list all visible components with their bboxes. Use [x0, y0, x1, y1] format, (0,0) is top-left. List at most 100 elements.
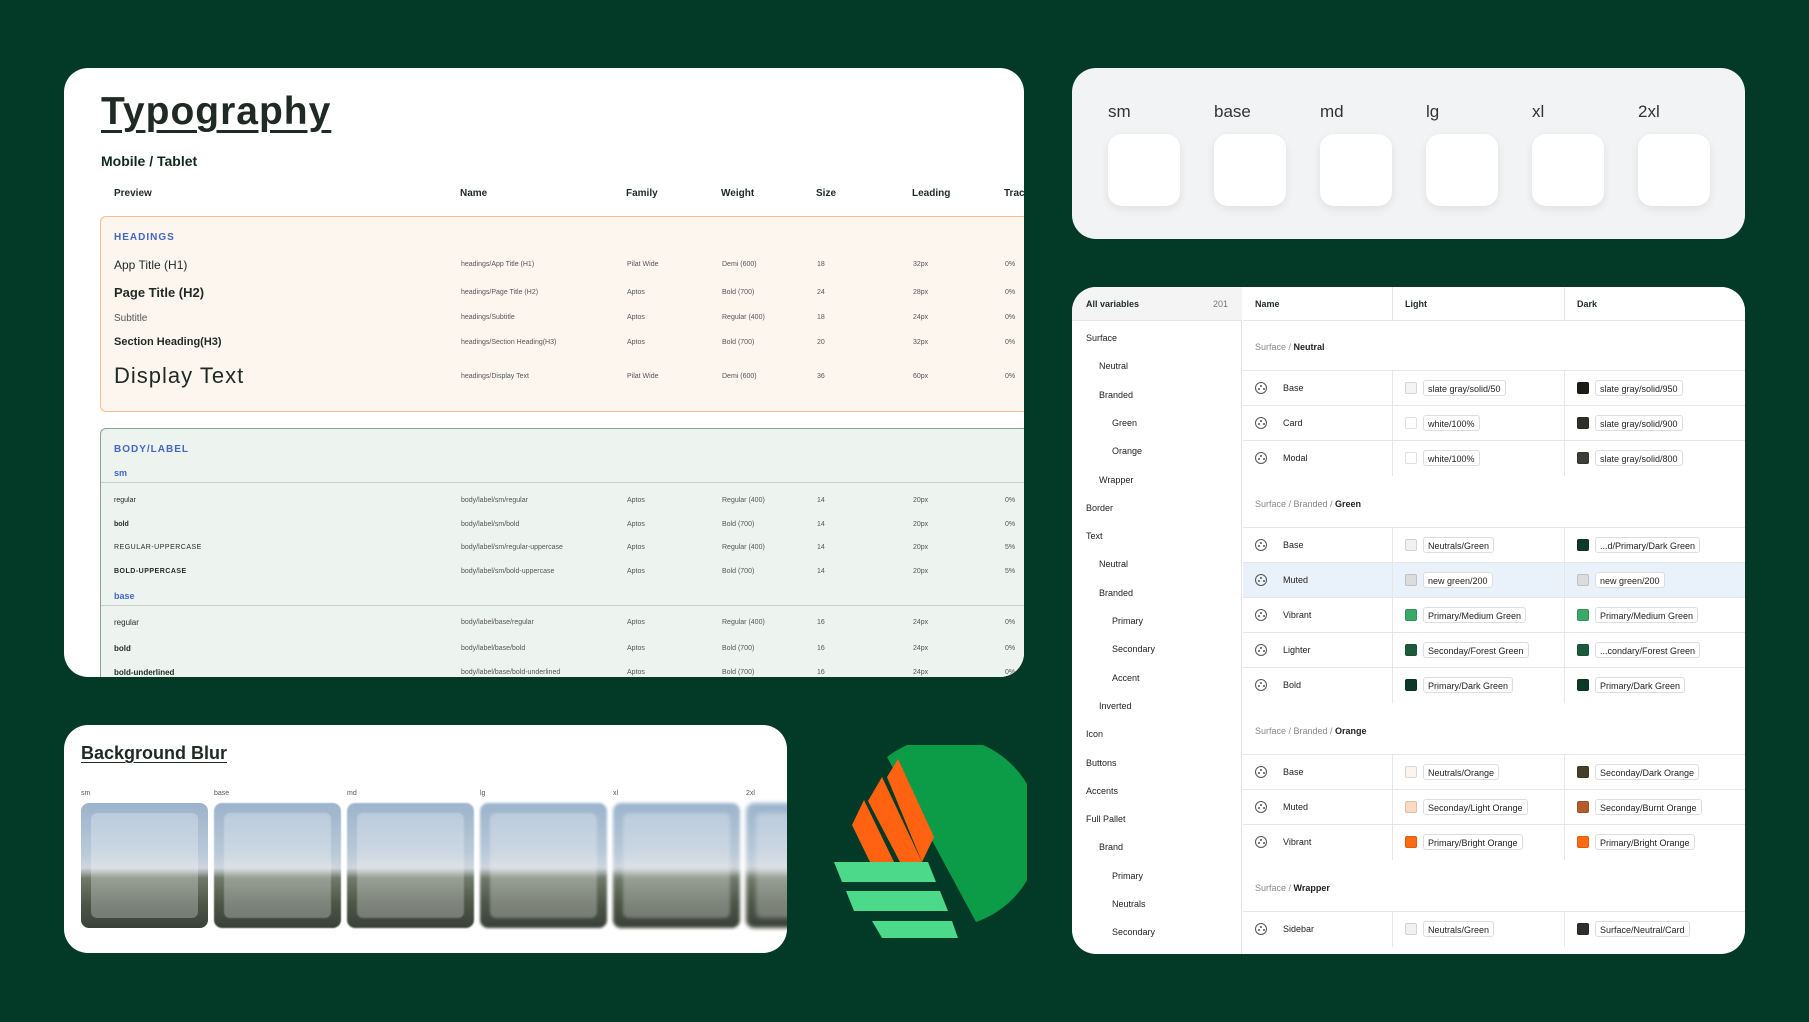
cell-size: 16 — [817, 669, 825, 676]
variable-row[interactable]: Lighter Seconday/Forest Green ...condary/F… — [1243, 632, 1745, 668]
palette-icon — [1255, 417, 1267, 429]
variable-row[interactable]: Bold Primary/Dark Green Primary/Dark Green — [1243, 667, 1745, 703]
cell-tracking: 0% — [1005, 669, 1016, 676]
dark-value-cell[interactable]: Primary/Dark Green — [1564, 668, 1745, 703]
typography-subtitle: Mobile / Tablet — [101, 153, 198, 169]
dark-value-cell[interactable]: Surface/Neutral/Card — [1564, 912, 1745, 947]
sidebar-item-green[interactable]: Green — [1112, 418, 1137, 428]
size-preview-lg — [1426, 134, 1498, 206]
dark-value-cell[interactable]: Seconday/Burnt Orange — [1564, 790, 1745, 825]
sidebar-item-accent[interactable]: Accent — [1112, 673, 1140, 683]
light-value-cell[interactable]: Seconday/Forest Green — [1392, 633, 1564, 668]
dark-value-cell[interactable]: Seconday/Dark Orange — [1564, 755, 1745, 790]
cell-name: headings/Display Text — [461, 373, 529, 380]
sidebar-item-border[interactable]: Border — [1086, 503, 1113, 513]
light-value-cell[interactable]: Seconday/Light Orange — [1392, 790, 1564, 825]
divider — [101, 605, 1024, 606]
cell-family: Pilat Wide — [627, 261, 659, 268]
sm-label: sm — [114, 468, 128, 478]
cell-weight: Regular (400) — [722, 619, 765, 626]
variable-row[interactable]: Muted new green/200 new green/200 — [1243, 562, 1745, 598]
sidebar-item-buttons[interactable]: Buttons — [1086, 758, 1117, 768]
cell-family: Aptos — [627, 289, 645, 296]
cell-name: headings/App Title (H1) — [461, 261, 535, 268]
light-value-tag: Primary/Medium Green — [1423, 607, 1527, 623]
variable-row[interactable]: Base slate gray/solid/50 slate gray/solid/… — [1243, 370, 1745, 406]
light-value-cell[interactable]: Primary/Dark Green — [1392, 668, 1564, 703]
sidebar-item-primary[interactable]: Primary — [1112, 616, 1143, 626]
dark-color-swatch — [1577, 417, 1589, 429]
light-value-cell[interactable]: new green/200 — [1392, 563, 1564, 598]
light-value-cell[interactable]: white/100% — [1392, 441, 1564, 476]
dark-value-cell[interactable]: ...condary/Forest Green — [1564, 633, 1745, 668]
variable-row[interactable]: Muted Seconday/Light Orange Seconday/Burnt… — [1243, 789, 1745, 825]
cell-leading: 20px — [913, 568, 929, 575]
cell-family: Aptos — [627, 521, 645, 528]
light-color-swatch — [1405, 574, 1417, 586]
light-value-cell[interactable]: Primary/Bright Orange — [1392, 825, 1564, 860]
body-label-label: BODY/LABEL — [114, 444, 189, 455]
cell-tracking: 0% — [1005, 373, 1016, 380]
sidebar-item-neutral[interactable]: Neutral — [1099, 361, 1128, 371]
group-path: Surface / Wrapper — [1255, 883, 1330, 893]
type-row: Display Text headings/Display Text Pilat W… — [101, 363, 1024, 388]
cell-size: 36 — [817, 373, 825, 380]
sidebar-item-orange[interactable]: Orange — [1112, 446, 1142, 456]
sidebar-item-secondary[interactable]: Secondary — [1112, 927, 1155, 937]
light-value-cell[interactable]: slate gray/solid/50 — [1392, 371, 1564, 406]
dark-value-cell[interactable]: slate gray/solid/950 — [1564, 371, 1745, 406]
blur-preview-md — [347, 803, 474, 928]
sidebar-item-icon[interactable]: Icon — [1086, 729, 1103, 739]
dark-value-cell[interactable]: Primary/Bright Orange — [1564, 825, 1745, 860]
dark-value-cell[interactable]: Primary/Medium Green — [1564, 598, 1745, 633]
sidebar-item-neutral[interactable]: Neutral — [1099, 559, 1128, 569]
light-value-cell[interactable]: Neutrals/Green — [1392, 912, 1564, 947]
sidebar-item-branded[interactable]: Branded — [1099, 588, 1133, 598]
light-value-cell[interactable]: Neutrals/Orange — [1392, 755, 1564, 790]
size-label-lg: lg — [1426, 102, 1440, 121]
light-value-tag: Neutrals/Green — [1423, 921, 1495, 937]
cell-name: headings/Subtitle — [461, 314, 515, 321]
sidebar-item-wrapper[interactable]: Wrapper — [1099, 475, 1133, 485]
group-path-prefix: Surface / Branded / — [1255, 726, 1336, 736]
table-header-0: Preview — [114, 188, 152, 199]
sidebar-item-accents[interactable]: Accents — [1086, 786, 1118, 796]
table-header-3: Weight — [721, 188, 755, 199]
all-variables-header[interactable]: All variables 201 — [1072, 287, 1242, 321]
sidebar-item-secondary[interactable]: Secondary — [1112, 644, 1155, 654]
sidebar-item-surface[interactable]: Surface — [1086, 333, 1117, 343]
preview-text: REGULAR-UPPERCASE — [114, 544, 202, 551]
dark-value-tag: Primary/Dark Green — [1595, 677, 1686, 693]
cell-tracking: 0% — [1005, 497, 1016, 504]
dark-value-cell[interactable]: ...d/Primary/Dark Green — [1564, 528, 1745, 563]
variable-row[interactable]: Card white/100% slate gray/solid/900 — [1243, 405, 1745, 441]
size-preview-xl — [1532, 134, 1604, 206]
sidebar-item-inverted[interactable]: Inverted — [1099, 701, 1132, 711]
sidebar-item-full-pallet[interactable]: Full Pallet — [1086, 814, 1126, 824]
variable-row[interactable]: Base Neutrals/Green ...d/Primary/Dark Gree… — [1243, 527, 1745, 563]
variable-row[interactable]: Sidebar Neutrals/Green Surface/Neutral/Car… — [1243, 911, 1745, 947]
dark-value-cell[interactable]: new green/200 — [1564, 563, 1745, 598]
variable-row[interactable]: Vibrant Primary/Medium Green Primary/Mediu… — [1243, 597, 1745, 633]
light-value-cell[interactable]: Primary/Medium Green — [1392, 598, 1564, 633]
variable-row[interactable]: Modal white/100% slate gray/solid/800 — [1243, 440, 1745, 476]
light-value-cell[interactable]: white/100% — [1392, 406, 1564, 441]
sidebar-item-neutrals[interactable]: Neutrals — [1112, 899, 1146, 909]
light-value-tag: white/100% — [1423, 450, 1480, 466]
sidebar-item-brand[interactable]: Brand — [1099, 842, 1123, 852]
light-value-cell[interactable]: Neutrals/Green — [1392, 528, 1564, 563]
dark-value-cell[interactable]: slate gray/solid/900 — [1564, 406, 1745, 441]
sidebar-item-text[interactable]: Text — [1086, 531, 1103, 541]
sidebar-item-branded[interactable]: Branded — [1099, 390, 1133, 400]
variables-count: 201 — [1212, 299, 1228, 309]
cell-name: body/label/base/bold-underlined — [461, 669, 561, 676]
variable-row[interactable]: Base Neutrals/Orange Seconday/Dark Orange — [1243, 754, 1745, 790]
dark-color-swatch — [1577, 574, 1589, 586]
dark-value-cell[interactable]: slate gray/solid/800 — [1564, 441, 1745, 476]
sidebar-item-primary[interactable]: Primary — [1112, 871, 1143, 881]
cell-size: 20 — [817, 339, 825, 346]
dark-value-tag: slate gray/solid/800 — [1595, 450, 1683, 466]
palette-icon — [1255, 679, 1267, 691]
cell-tracking: 5% — [1005, 568, 1016, 575]
variable-row[interactable]: Vibrant Primary/Bright Orange Primary/Brig… — [1243, 824, 1745, 860]
